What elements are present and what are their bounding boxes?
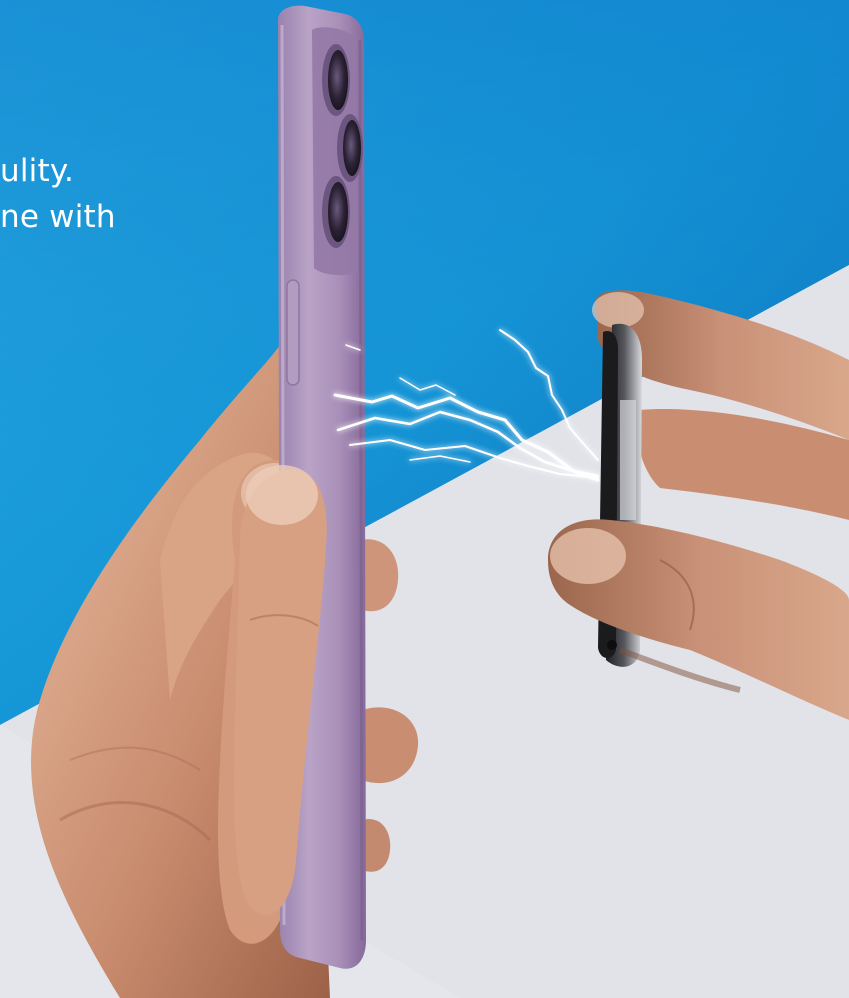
left-thumbnail (246, 465, 318, 525)
description-text: ulity. ne with (0, 148, 116, 240)
description-line-1: ulity. (0, 153, 75, 189)
description-line-2: ne with (0, 199, 116, 235)
side-button (286, 279, 300, 386)
illustration (0, 0, 849, 998)
product-image: ulity. ne with (0, 0, 849, 998)
